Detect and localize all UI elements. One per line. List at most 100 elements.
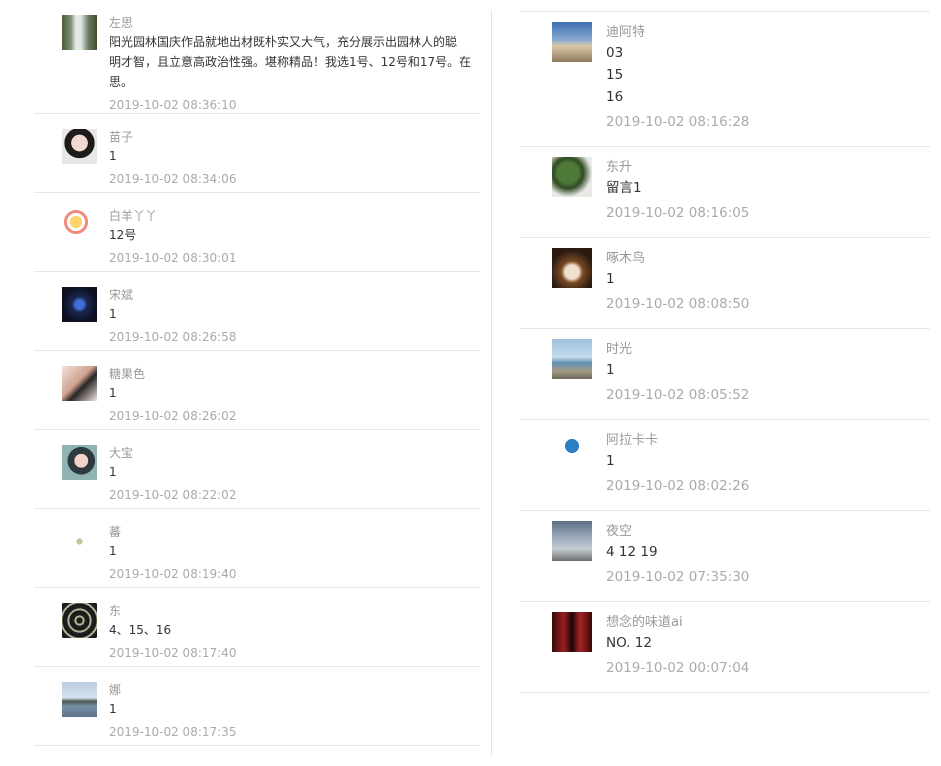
- comment-timestamp: 2019-10-02 08:34:06: [109, 172, 237, 186]
- comment-item: 大宝 1 2019-10-02 08:22:02: [34, 430, 480, 509]
- comment-timestamp: 2019-10-02 08:19:40: [109, 567, 237, 581]
- comment-text-line: 1: [606, 453, 615, 469]
- comment-text-line: 4、15、16: [109, 623, 172, 637]
- comment-author-name[interactable]: 左思: [109, 0, 480, 32]
- girl-glasses-avatar[interactable]: [62, 129, 97, 164]
- comment-item: 迪阿特 03 15 16 2019-10-02 08:16:28: [520, 12, 930, 147]
- red-dress-avatar[interactable]: [552, 612, 592, 652]
- comment-author-name[interactable]: 宋斌: [109, 272, 480, 304]
- comment-text-line: 明才智，且立意高政治性强。堪称精品！我选1号、12号和17号。在: [109, 55, 472, 69]
- comment-text-line: 16: [606, 89, 624, 105]
- comment-timestamp: 2019-10-02 08:36:10: [109, 98, 237, 112]
- comment-timestamp: 2019-10-02 08:08:50: [606, 296, 750, 312]
- comment-text-line: 阳光园林国庆作品就地出材既朴实又大气，充分展示出园林人的聪: [109, 35, 458, 49]
- comment-wall: 左思 阳光园林国庆作品就地出材既朴实又大气，充分展示出园林人的聪 明才智，且立意高政…: [0, 0, 941, 766]
- comment-item: 苗子 1 2019-10-02 08:34:06: [34, 114, 480, 193]
- comment-content: 03 15 16: [606, 42, 930, 108]
- comment-text-line: 12号: [109, 228, 137, 242]
- comment-item: 夜空 4 12 19 2019-10-02 07:35:30: [520, 511, 930, 602]
- comment-timestamp: 2019-10-02 08:16:28: [606, 114, 750, 130]
- comment-author-name[interactable]: 蕃: [109, 509, 480, 541]
- comment-timestamp: 2019-10-02 08:26:58: [109, 330, 237, 344]
- selfie-avatar[interactable]: [62, 366, 97, 401]
- cartoon-character-avatar[interactable]: [62, 208, 97, 243]
- comment-text-line: 03: [606, 45, 624, 61]
- comment-text-line: 1: [606, 362, 615, 378]
- comment-item: 阿拉卡卡 1 2019-10-02 08:02:26: [520, 420, 930, 511]
- comment-content: 1: [109, 462, 480, 482]
- comment-text-line: 1: [109, 702, 117, 716]
- comment-content: 1: [109, 383, 480, 403]
- comment-author-name[interactable]: 想念的味道ai: [606, 602, 930, 632]
- eiffel-tower-avatar[interactable]: [552, 521, 592, 561]
- comment-content: 1: [109, 541, 480, 561]
- lake-landscape-avatar[interactable]: [62, 682, 97, 717]
- plant-photo-avatar[interactable]: [552, 157, 592, 197]
- comment-content: 1: [606, 268, 930, 290]
- comment-item: 蕃 1 2019-10-02 08:19:40: [34, 509, 480, 588]
- comment-text-line: 1: [109, 544, 117, 558]
- comment-item: 左思 阳光园林国庆作品就地出材既朴实又大气，充分展示出园林人的聪 明才智，且立意高政…: [34, 0, 480, 114]
- comment-item: 糖果色 1 2019-10-02 08:26:02: [34, 351, 480, 430]
- seaside-avatar[interactable]: [552, 339, 592, 379]
- comment-timestamp: 2019-10-02 08:02:26: [606, 478, 750, 494]
- comment-content: 4、15、16: [109, 620, 480, 640]
- comment-content: 留言1: [606, 177, 930, 199]
- comment-content: 1: [109, 304, 480, 324]
- comment-item: 啄木鸟 1 2019-10-02 08:08:50: [520, 238, 930, 329]
- comment-text-line: NO. 12: [606, 635, 652, 651]
- girl-portrait-avatar[interactable]: [62, 445, 97, 480]
- company-logo-avatar[interactable]: [552, 430, 592, 470]
- comment-author-name[interactable]: 白羊丫丫: [109, 193, 480, 225]
- food-photo-avatar[interactable]: [552, 248, 592, 288]
- column-divider: [491, 10, 492, 756]
- comment-text-line: 15: [606, 67, 624, 83]
- comment-content: 1: [109, 146, 480, 166]
- comment-content: NO. 12: [606, 632, 930, 654]
- small-logo-avatar[interactable]: [62, 524, 97, 559]
- comment-text-line: 思。: [109, 75, 134, 89]
- comment-item: 时光 1 2019-10-02 08:05:52: [520, 329, 930, 420]
- comment-author-name[interactable]: 迪阿特: [606, 12, 930, 42]
- comment-timestamp: 2019-10-02 08:17:40: [109, 646, 237, 660]
- comment-timestamp: 2019-10-02 08:17:35: [109, 725, 237, 739]
- comment-author-name[interactable]: 东升: [606, 147, 930, 177]
- comment-text-line: 4 12 19: [606, 544, 658, 560]
- comment-content: 1: [109, 699, 480, 719]
- comment-text-line: 1: [109, 149, 117, 163]
- comment-author-name[interactable]: 苗子: [109, 114, 480, 146]
- comment-item: 娜 1 2019-10-02 08:17:35: [34, 667, 480, 746]
- comment-timestamp: 2019-10-02 08:26:02: [109, 409, 237, 423]
- comment-item: 想念的味道ai NO. 12 2019-10-02 00:07:04: [520, 602, 930, 693]
- comment-author-name[interactable]: 阿拉卡卡: [606, 420, 930, 450]
- comment-content: 12号: [109, 225, 480, 245]
- comment-author-name[interactable]: 大宝: [109, 430, 480, 462]
- comment-timestamp: 2019-10-02 08:16:05: [606, 205, 750, 221]
- comment-text-line: 1: [606, 271, 615, 287]
- comment-text-line: 1: [109, 465, 117, 479]
- comment-author-name[interactable]: 娜: [109, 667, 480, 699]
- comment-item: 宋斌 1 2019-10-02 08:26:58: [34, 272, 480, 351]
- comment-item: 东 4、15、16 2019-10-02 08:17:40: [34, 588, 480, 667]
- comment-author-name[interactable]: 时光: [606, 329, 930, 359]
- comment-timestamp: 2019-10-02 00:07:04: [606, 660, 750, 676]
- comment-author-name[interactable]: 啄木鸟: [606, 238, 930, 268]
- comment-text-line: 留言1: [606, 180, 642, 196]
- comment-text-line: 1: [109, 307, 117, 321]
- comment-author-name[interactable]: 夜空: [606, 511, 930, 541]
- left-comment-column: 左思 阳光园林国庆作品就地出材既朴实又大气，充分展示出园林人的聪 明才智，且立意高政…: [34, 0, 480, 746]
- comment-item: 东升留言1 2019-10-02 08:16:05: [520, 147, 930, 238]
- waterfall-photo-avatar[interactable]: [62, 15, 97, 50]
- comment-content: 1: [606, 359, 930, 381]
- comment-timestamp: 2019-10-02 07:35:30: [606, 569, 750, 585]
- comment-text-line: 1: [109, 386, 117, 400]
- comment-author-name[interactable]: 糖果色: [109, 351, 480, 383]
- comment-content: 1: [606, 450, 930, 472]
- comment-author-name[interactable]: 东: [109, 588, 480, 620]
- night-figure-avatar[interactable]: [62, 287, 97, 322]
- comment-content: 阳光园林国庆作品就地出材既朴实又大气，充分展示出园林人的聪 明才智，且立意高政治性…: [109, 32, 480, 92]
- runner-sunset-avatar[interactable]: [552, 22, 592, 62]
- comment-timestamp: 2019-10-02 08:30:01: [109, 251, 237, 265]
- comment-content: 4 12 19: [606, 541, 930, 563]
- mosaic-avatar[interactable]: [62, 603, 97, 638]
